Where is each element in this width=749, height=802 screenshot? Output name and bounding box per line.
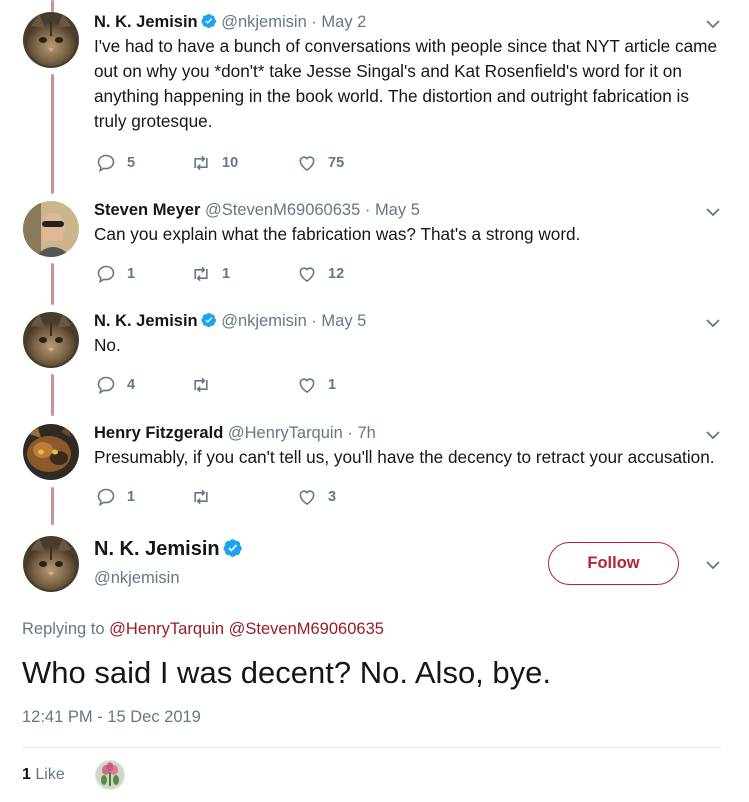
like-count: 75 xyxy=(328,155,345,171)
author-name[interactable]: Steven Meyer xyxy=(94,201,200,219)
like-button[interactable]: 75 xyxy=(297,152,344,174)
tweet[interactable]: N. K. Jemisin @nkjemisin · May 5 No. xyxy=(94,310,723,358)
verified-icon xyxy=(223,538,243,558)
tweet-actions: 1 1 12 xyxy=(96,263,396,285)
avatar[interactable] xyxy=(23,312,79,368)
avatar[interactable] xyxy=(23,424,79,480)
liker-avatar[interactable] xyxy=(95,760,125,790)
reply-button[interactable]: 5 xyxy=(96,152,135,174)
tweet-text: I've had to have a bunch of conversation… xyxy=(94,36,718,131)
reply-icon xyxy=(97,154,115,173)
separator: · xyxy=(342,424,358,442)
verified-icon xyxy=(201,13,217,29)
retweet-count: 1 xyxy=(222,266,231,282)
tweet-text: Presumably, if you can't tell us, you'll… xyxy=(94,447,715,467)
verified-icon xyxy=(201,312,217,328)
reply-button[interactable]: 4 xyxy=(96,374,135,396)
main-tweet-text: Who said I was decent? No. Also, bye. xyxy=(22,655,551,690)
thread-line xyxy=(51,487,54,525)
avatar[interactable] xyxy=(23,536,79,592)
retweet-button[interactable] xyxy=(191,374,211,396)
tweet-actions: 4 1 xyxy=(96,374,396,396)
main-author-name[interactable]: N. K. Jemisin xyxy=(94,538,243,561)
tweet[interactable]: N. K. Jemisin @nkjemisin · May 2 I've ha… xyxy=(94,11,723,134)
divider xyxy=(22,747,721,748)
thread-line xyxy=(51,263,54,305)
separator: · xyxy=(306,13,322,31)
main-author-handle[interactable]: @nkjemisin xyxy=(94,569,180,588)
tweet-text: Can you explain what the fabrication was… xyxy=(94,224,581,244)
tweet-actions: 5 10 75 xyxy=(96,152,396,174)
retweet-icon xyxy=(194,155,208,171)
like-icon xyxy=(299,378,315,394)
avatar[interactable] xyxy=(23,201,79,257)
like-count: 3 xyxy=(328,489,337,505)
tweet[interactable]: Steven Meyer @StevenM69060635 · May 5 Ca… xyxy=(94,199,723,247)
reply-icon xyxy=(97,376,115,395)
author-name[interactable]: N. K. Jemisin xyxy=(94,312,198,330)
tweet-time[interactable]: May 5 xyxy=(321,312,366,330)
author-handle[interactable]: @HenryTarquin xyxy=(228,424,343,442)
retweet-button[interactable]: 1 xyxy=(191,263,230,285)
retweet-icon xyxy=(194,266,208,282)
mention-link[interactable]: @HenryTarquin xyxy=(109,620,224,638)
retweet-icon xyxy=(194,377,208,393)
like-count: 1 xyxy=(328,377,337,393)
reply-count: 1 xyxy=(127,489,136,505)
like-icon xyxy=(299,156,315,172)
tweet[interactable]: Henry Fitzgerald @HenryTarquin · 7h Pres… xyxy=(94,422,723,470)
like-button[interactable]: 1 xyxy=(297,374,336,396)
chevron-down-icon[interactable] xyxy=(704,426,722,444)
retweet-count: 10 xyxy=(222,155,239,171)
thread-line xyxy=(51,0,54,12)
author-handle[interactable]: @StevenM69060635 xyxy=(205,201,360,219)
reply-icon xyxy=(97,488,115,507)
like-total: 1 xyxy=(22,766,31,783)
like-icon xyxy=(299,490,315,506)
chevron-down-icon[interactable] xyxy=(704,314,722,332)
chevron-down-icon[interactable] xyxy=(704,556,722,574)
separator: · xyxy=(360,201,375,219)
retweet-button[interactable]: 10 xyxy=(191,152,238,174)
replying-prefix: Replying to xyxy=(22,620,105,638)
reply-button[interactable]: 1 xyxy=(96,486,135,508)
retweet-button[interactable] xyxy=(191,486,211,508)
like-count: 12 xyxy=(328,266,345,282)
retweet-icon xyxy=(194,489,208,505)
author-handle[interactable]: @nkjemisin xyxy=(221,13,307,31)
reply-count: 1 xyxy=(127,266,136,282)
reply-count: 5 xyxy=(127,155,136,171)
replying-to: Replying to @HenryTarquin @StevenM690606… xyxy=(22,620,384,639)
avatar[interactable] xyxy=(23,12,79,68)
tweet-time[interactable]: May 5 xyxy=(375,201,420,219)
separator: · xyxy=(306,312,322,330)
chevron-down-icon[interactable] xyxy=(704,203,722,221)
tweet-time[interactable]: 7h xyxy=(357,424,375,442)
tweet-timestamp[interactable]: 12:41 PM - 15 Dec 2019 xyxy=(22,708,201,727)
thread-line xyxy=(51,74,54,194)
chevron-down-icon[interactable] xyxy=(704,15,722,33)
mention-link[interactable]: @StevenM69060635 xyxy=(229,620,384,638)
tweet-actions: 1 3 xyxy=(96,486,396,508)
like-button[interactable]: 12 xyxy=(297,263,344,285)
reply-icon xyxy=(97,265,115,284)
follow-button[interactable]: Follow xyxy=(548,542,679,585)
like-button[interactable]: 3 xyxy=(297,486,336,508)
like-icon xyxy=(299,267,315,283)
tweet-text: No. xyxy=(94,335,121,355)
author-name[interactable]: N. K. Jemisin xyxy=(94,13,198,31)
like-label: Like xyxy=(35,766,65,783)
author-handle[interactable]: @nkjemisin xyxy=(221,312,307,330)
tweet-time[interactable]: May 2 xyxy=(321,13,366,31)
author-name[interactable]: Henry Fitzgerald xyxy=(94,424,223,442)
author-name[interactable]: N. K. Jemisin xyxy=(94,538,220,560)
likes-summary[interactable]: 1 Like xyxy=(22,766,65,784)
reply-button[interactable]: 1 xyxy=(96,263,135,285)
reply-count: 4 xyxy=(127,377,136,393)
thread-line xyxy=(51,374,54,416)
